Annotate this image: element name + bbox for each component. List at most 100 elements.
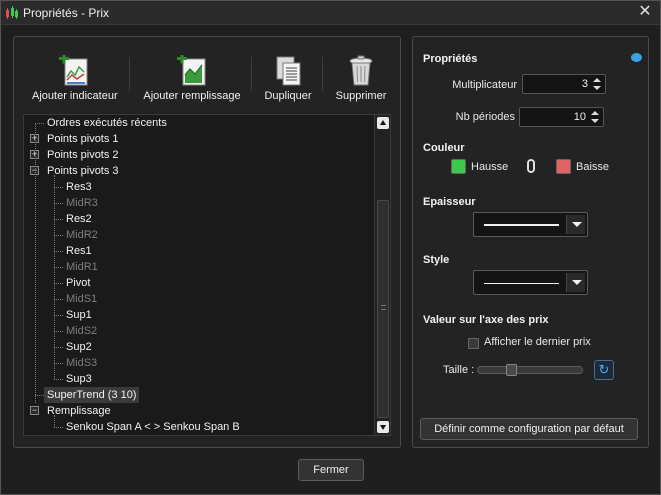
color-title: Couleur xyxy=(423,142,465,154)
close-icon[interactable]: ✕ xyxy=(636,3,654,21)
tree-connector xyxy=(54,363,63,364)
help-bubble-icon[interactable] xyxy=(631,53,642,62)
tree-connector xyxy=(35,395,44,396)
tree-connector xyxy=(54,203,63,204)
tree-connector xyxy=(54,219,63,220)
scroll-thumb[interactable] xyxy=(377,200,389,418)
show-last-price-checkbox[interactable] xyxy=(468,338,479,349)
add-fill-button[interactable]: Ajouter remplissage xyxy=(142,55,242,105)
tree-item[interactable]: MidR3 xyxy=(66,195,98,211)
size-label: Taille : xyxy=(443,364,475,376)
style-dropdown[interactable] xyxy=(473,270,588,295)
tree-item[interactable]: SuperTrend (3 10) xyxy=(44,387,140,403)
multiplier-stepper[interactable]: 3 xyxy=(522,74,606,94)
trash-icon xyxy=(349,55,373,86)
show-last-price-label: Afficher le dernier prix xyxy=(484,336,591,348)
close-button[interactable]: Fermer xyxy=(298,459,364,481)
tree-connector xyxy=(54,331,63,332)
tree-connector xyxy=(54,427,63,428)
title-bar: Propriétés - Prix ✕ xyxy=(1,1,660,25)
tree-connector xyxy=(35,123,44,124)
tree-item[interactable]: Sup1 xyxy=(66,307,92,323)
chevron-down-icon[interactable] xyxy=(566,215,585,234)
tree-item[interactable]: Points pivots 2 xyxy=(47,147,119,163)
tree-connector xyxy=(54,315,63,316)
thickness-dropdown[interactable] xyxy=(473,212,588,237)
toolbar: Ajouter indicateur Ajouter remplissage D… xyxy=(14,37,400,107)
tree-connector xyxy=(54,379,63,380)
tree-connector xyxy=(54,175,55,379)
add-indicator-button[interactable]: Ajouter indicateur xyxy=(32,55,118,105)
stepper-arrows-icon[interactable] xyxy=(589,109,601,125)
duplicate-icon xyxy=(276,56,301,86)
properties-panel: Propriétés Multiplicateur 3 Nb périodes … xyxy=(412,36,649,448)
thickness-preview-line xyxy=(484,224,559,226)
rise-color-swatch[interactable] xyxy=(451,159,466,174)
chevron-down-icon[interactable] xyxy=(566,273,585,292)
multiplier-label: Multiplicateur xyxy=(452,79,517,91)
tree-item[interactable]: Res2 xyxy=(66,211,92,227)
rise-label: Hausse xyxy=(471,161,509,173)
tree-item[interactable]: Pivot xyxy=(66,275,90,291)
tree-item[interactable]: Points pivots 3 xyxy=(47,163,119,179)
candlestick-app-icon xyxy=(6,6,18,19)
fall-label: Baisse xyxy=(576,161,610,173)
fall-color-swatch[interactable] xyxy=(556,159,571,174)
elements-tree[interactable]: Ordres exécutés récents Points pivots 1 + P… xyxy=(23,114,391,436)
window-title: Propriétés - Prix xyxy=(23,6,110,20)
thickness-title: Epaisseur xyxy=(423,196,476,208)
delete-label: Supprimer xyxy=(335,90,387,102)
tree-item[interactable]: MidS3 xyxy=(66,355,97,371)
scroll-grip-icon xyxy=(381,305,386,310)
properties-title: Propriétés xyxy=(423,53,478,65)
tree-item[interactable]: MidR2 xyxy=(66,227,98,243)
tree-connector xyxy=(35,123,36,403)
tree-item[interactable]: Res3 xyxy=(66,179,92,195)
chain-link-icon[interactable] xyxy=(527,159,535,173)
add-fill-label: Ajouter remplissage xyxy=(143,90,241,102)
size-slider-thumb[interactable] xyxy=(505,364,517,376)
set-default-button[interactable]: Définir comme configuration par défaut xyxy=(420,418,638,440)
tree-item[interactable]: Sup3 xyxy=(66,371,92,387)
size-slider-track[interactable] xyxy=(477,366,583,374)
tree-connector xyxy=(54,267,63,268)
duplicate-label: Dupliquer xyxy=(264,90,312,102)
duplicate-button[interactable]: Dupliquer xyxy=(260,55,316,105)
multiplier-value[interactable]: 3 xyxy=(582,78,588,90)
tree-item[interactable]: Res1 xyxy=(66,243,92,259)
periods-label: Nb périodes xyxy=(455,111,515,123)
tree-item[interactable]: Senkou Span A < > Senkou Span B xyxy=(66,419,240,435)
tree-scrollbar[interactable] xyxy=(374,115,390,435)
stepper-arrows-icon[interactable] xyxy=(591,76,603,92)
tree-item[interactable]: Remplissage xyxy=(47,403,111,419)
periods-stepper[interactable]: 10 xyxy=(519,107,604,127)
style-preview-line xyxy=(484,283,559,284)
delete-button[interactable]: Supprimer xyxy=(332,55,390,105)
style-title: Style xyxy=(423,254,450,266)
toolbar-separator xyxy=(129,57,130,91)
toolbar-separator xyxy=(322,57,323,91)
tree-connector xyxy=(54,299,63,300)
tree-connector xyxy=(54,283,63,284)
toolbar-separator xyxy=(251,57,252,91)
tree-connector xyxy=(54,415,55,427)
tree-connector xyxy=(54,251,63,252)
reset-size-icon[interactable]: ↻ xyxy=(594,360,614,380)
scroll-up-icon[interactable] xyxy=(377,117,389,129)
tree-item[interactable]: MidS1 xyxy=(66,291,97,307)
periods-value[interactable]: 10 xyxy=(574,111,586,123)
properties-window: Propriétés - Prix ✕ Ajouter indicateur A… xyxy=(0,0,661,495)
elements-panel: Ajouter indicateur Ajouter remplissage D… xyxy=(13,36,401,448)
tree-item[interactable]: MidS2 xyxy=(66,323,97,339)
scroll-down-icon[interactable] xyxy=(377,421,389,433)
add-fill-icon xyxy=(177,55,206,86)
add-indicator-icon xyxy=(59,55,88,86)
tree-item[interactable]: Sup2 xyxy=(66,339,92,355)
collapse-minus-icon[interactable]: − xyxy=(30,406,39,415)
tree-item[interactable]: Points pivots 1 xyxy=(47,131,119,147)
tree-connector xyxy=(54,187,63,188)
axis-value-title: Valeur sur l'axe des prix xyxy=(423,314,549,326)
add-indicator-label: Ajouter indicateur xyxy=(32,90,118,102)
tree-item[interactable]: Ordres exécutés récents xyxy=(47,115,167,131)
tree-item[interactable]: MidR1 xyxy=(66,259,98,275)
